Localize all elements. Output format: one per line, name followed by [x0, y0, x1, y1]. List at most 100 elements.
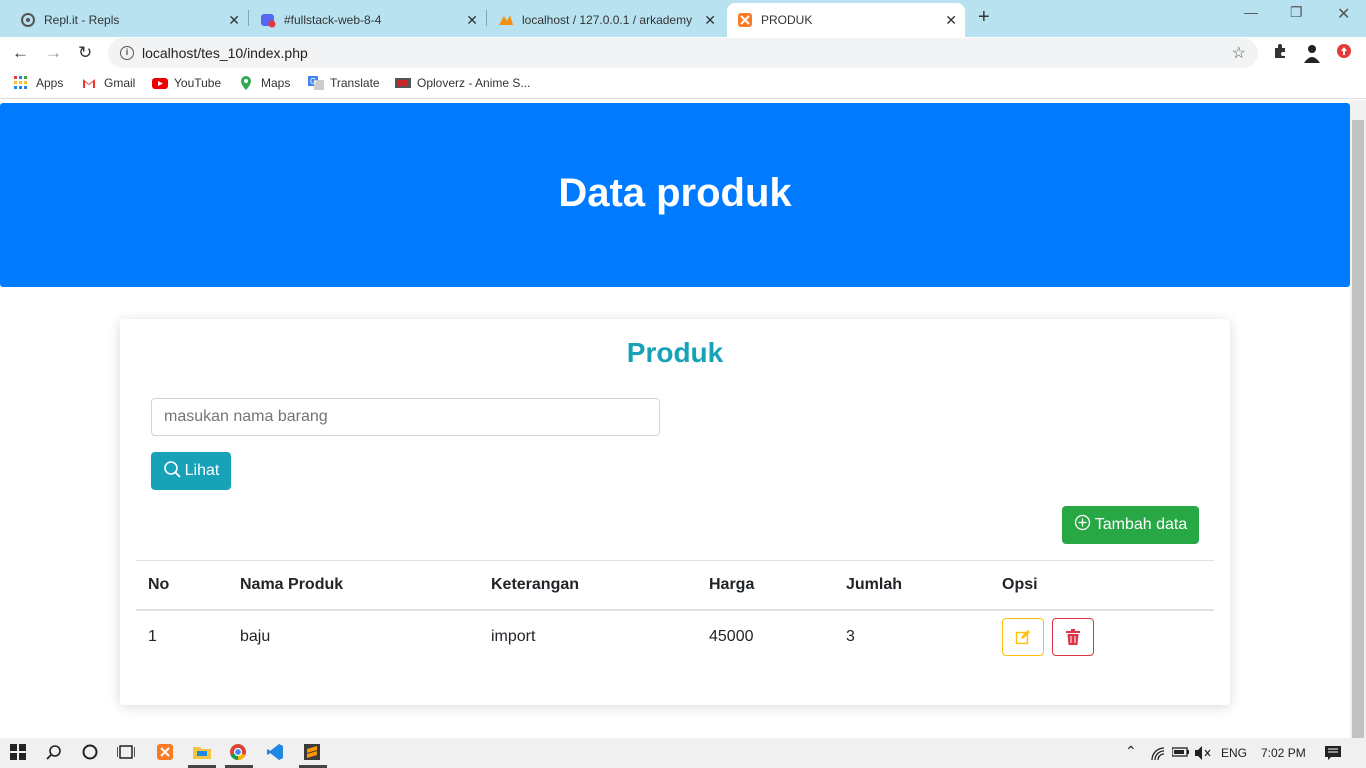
clock[interactable]: 7:02 PM [1261, 746, 1306, 760]
windows-start-icon[interactable] [10, 744, 26, 763]
update-icon[interactable] [1336, 43, 1352, 64]
url-text: localhost/tes_10/index.php [142, 45, 308, 61]
tab-title: localhost / 127.0.0.1 / arkademy [522, 13, 692, 27]
oploverz-icon [395, 76, 411, 90]
apps-grid-icon [14, 76, 28, 90]
tab-title: #fullstack-web-8-4 [284, 13, 382, 27]
close-icon[interactable]: ✕ [466, 12, 478, 29]
bookmark-gmail[interactable]: Gmail [82, 76, 135, 90]
search-input[interactable] [151, 398, 660, 436]
avatar[interactable] [1302, 43, 1322, 68]
delete-button[interactable] [1052, 617, 1095, 656]
table-header-row: No Nama Produk Keterangan Harga Jumlah O… [136, 560, 1214, 611]
language-indicator[interactable]: ENG [1221, 746, 1247, 760]
column-header: Harga [697, 560, 834, 611]
phpmyadmin-icon [498, 12, 514, 28]
notifications-icon[interactable] [1325, 746, 1341, 763]
table-row: 1 baju import 45000 3 [136, 610, 1214, 663]
bookmark-apps[interactable]: Apps [14, 76, 63, 90]
reload-icon[interactable]: ↻ [78, 43, 92, 63]
chrome-icon[interactable] [230, 744, 246, 763]
bookmarks-bar: Apps Gmail YouTube Maps G Translate Oplo… [0, 69, 1366, 99]
trash-icon [1066, 628, 1081, 645]
edit-button[interactable] [1002, 617, 1044, 656]
maps-pin-icon [239, 76, 253, 90]
cell-nama: baju [240, 627, 271, 645]
cell-opsi [990, 610, 1214, 663]
bookmark-label: YouTube [174, 76, 222, 90]
bookmark-oploverz[interactable]: Oploverz - Anime S... [395, 76, 530, 90]
task-view-icon[interactable] [116, 744, 136, 763]
vscode-icon[interactable] [267, 744, 283, 763]
plus-circle-icon [1074, 514, 1091, 536]
search-icon [163, 460, 181, 483]
windows-taskbar: ⌃ ENG 7:02 PM [0, 738, 1366, 768]
battery-icon[interactable] [1171, 746, 1190, 761]
close-icon[interactable]: ✕ [228, 12, 240, 29]
scrollbar-thumb[interactable] [1352, 120, 1364, 738]
close-icon[interactable]: ✕ [700, 11, 716, 29]
tab-separator [248, 10, 249, 26]
bookmark-label: Apps [36, 76, 64, 90]
cortana-icon[interactable] [82, 744, 98, 763]
new-tab-button[interactable]: + [978, 6, 990, 29]
back-icon[interactable]: ← [12, 43, 29, 63]
bookmark-label: Oploverz - Anime S... [417, 76, 531, 90]
lihat-button[interactable]: Lihat [151, 452, 231, 490]
xampp-icon [737, 12, 753, 28]
bookmark-maps[interactable]: Maps [239, 76, 290, 90]
bookmark-label: Maps [261, 76, 291, 90]
bookmark-label: Translate [330, 76, 380, 90]
wifi-icon[interactable] [1150, 746, 1166, 763]
column-header: No [136, 560, 228, 611]
extensions-icon[interactable] [1272, 43, 1288, 63]
cell-keterangan: import [491, 627, 536, 645]
cell-harga: 45000 [709, 627, 754, 645]
search-icon[interactable] [46, 744, 62, 763]
gmail-icon [82, 76, 96, 90]
cell-no: 1 [148, 627, 157, 645]
bookmark-youtube[interactable]: YouTube [152, 76, 221, 90]
bookmark-star-icon[interactable]: ☆ [1232, 43, 1246, 63]
page-scrollbar[interactable] [1350, 100, 1366, 738]
browser-tab-bar: Repl.it - Repls ✕ #fullstack-web-8-4 ✕ l… [0, 0, 1366, 37]
jumbotron: Data produk [0, 103, 1350, 287]
xampp-taskbar-icon[interactable] [157, 744, 173, 763]
tab-replit[interactable]: Repl.it - Repls ✕ [8, 3, 248, 37]
column-header: Keterangan [479, 560, 697, 611]
address-bar[interactable]: i localhost/tes_10/index.php ☆ [108, 38, 1258, 68]
sublime-icon[interactable] [304, 744, 320, 763]
edit-icon [1015, 629, 1030, 644]
forward-icon[interactable]: → [45, 43, 62, 63]
lihat-label: Lihat [184, 462, 220, 479]
tambah-data-button[interactable]: Tambah data [1062, 506, 1199, 544]
volume-muted-icon[interactable] [1195, 746, 1211, 763]
restore-button[interactable]: ❐ [1290, 4, 1303, 21]
translate-icon: G [308, 76, 324, 90]
cell-jumlah: 3 [846, 627, 855, 645]
close-window-button[interactable]: ✕ [1337, 4, 1350, 24]
tab-produk[interactable]: PRODUK ✕ [727, 3, 965, 37]
tab-title: Repl.it - Repls [44, 13, 120, 27]
tab-phpmyadmin[interactable]: localhost / 127.0.0.1 / arkademy ✕ [488, 3, 724, 37]
close-icon[interactable]: ✕ [945, 12, 957, 29]
svg-text:G: G [310, 77, 316, 86]
chevron-up-icon[interactable]: ⌃ [1125, 743, 1137, 760]
discord-icon [260, 12, 276, 28]
tambah-label: Tambah data [1094, 516, 1188, 533]
bookmark-translate[interactable]: G Translate [308, 76, 380, 90]
info-icon[interactable]: i [120, 46, 134, 60]
page-title: Data produk [558, 170, 792, 215]
youtube-icon [152, 76, 168, 90]
tab-discord[interactable]: #fullstack-web-8-4 ✕ [250, 3, 486, 37]
column-header: Jumlah [834, 560, 990, 611]
column-header: Nama Produk [228, 560, 479, 611]
card-title: Produk [626, 337, 724, 368]
tab-separator [486, 10, 487, 26]
page-viewport: Data produk Produk Lihat Tambah data No … [0, 100, 1350, 738]
file-explorer-icon[interactable] [193, 744, 211, 763]
browser-toolbar: ← → ↻ i localhost/tes_10/index.php ☆ [0, 37, 1366, 69]
minimize-button[interactable]: — [1244, 4, 1258, 20]
column-header: Opsi [990, 560, 1214, 611]
product-card: Produk Lihat Tambah data No Nama Produk … [120, 319, 1230, 705]
